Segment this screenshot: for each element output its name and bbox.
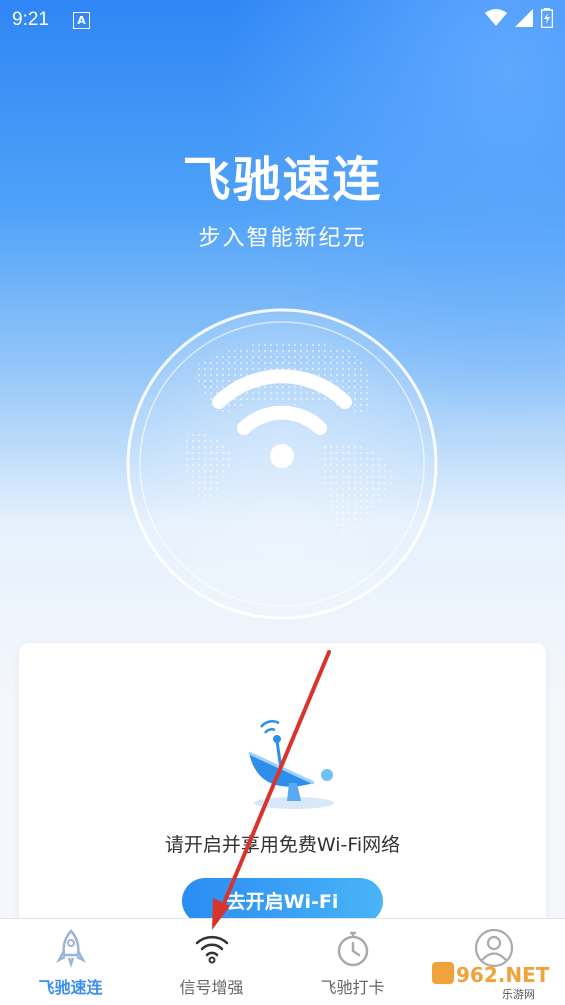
stopwatch-icon [337, 931, 368, 967]
wifi-prompt-card: 请开启并享用免费Wi-Fi网络 去开启Wi-Fi [19, 643, 546, 943]
notification-icon: A [73, 12, 90, 29]
battery-icon [541, 8, 553, 28]
hero-subtitle: 步入智能新纪元 [198, 226, 367, 251]
tab-signal-boost[interactable]: 信号增强 [141, 919, 282, 1005]
tab-label: 飞驰打卡 [320, 978, 385, 997]
watermark-subtext: 乐游网 [502, 988, 535, 1000]
wifi-signal-icon [485, 9, 507, 26]
globe-wifi-icon [126, 308, 438, 620]
wifi-prompt-message: 请开启并享用免费Wi-Fi网络 [164, 834, 401, 856]
hero-title: 飞驰速连 [182, 152, 383, 208]
cell-signal-icon [515, 9, 533, 27]
status-bar: 9:21 A [0, 0, 565, 40]
rocket-icon [55, 929, 86, 968]
tab-feichi-sulian[interactable]: 飞驰速连 [0, 919, 141, 1005]
watermark-text: 962.NET [456, 963, 550, 987]
tab-label: 飞驰速连 [38, 978, 103, 997]
watermark-logo: 962.NET 乐游网 [432, 962, 550, 1000]
satellite-dish-icon [248, 720, 334, 809]
status-time: 9:21 [12, 9, 49, 30]
wifi-icon [195, 935, 228, 964]
tab-check-in[interactable]: 飞驰打卡 [282, 919, 423, 1005]
tab-label: 信号增强 [179, 978, 244, 997]
